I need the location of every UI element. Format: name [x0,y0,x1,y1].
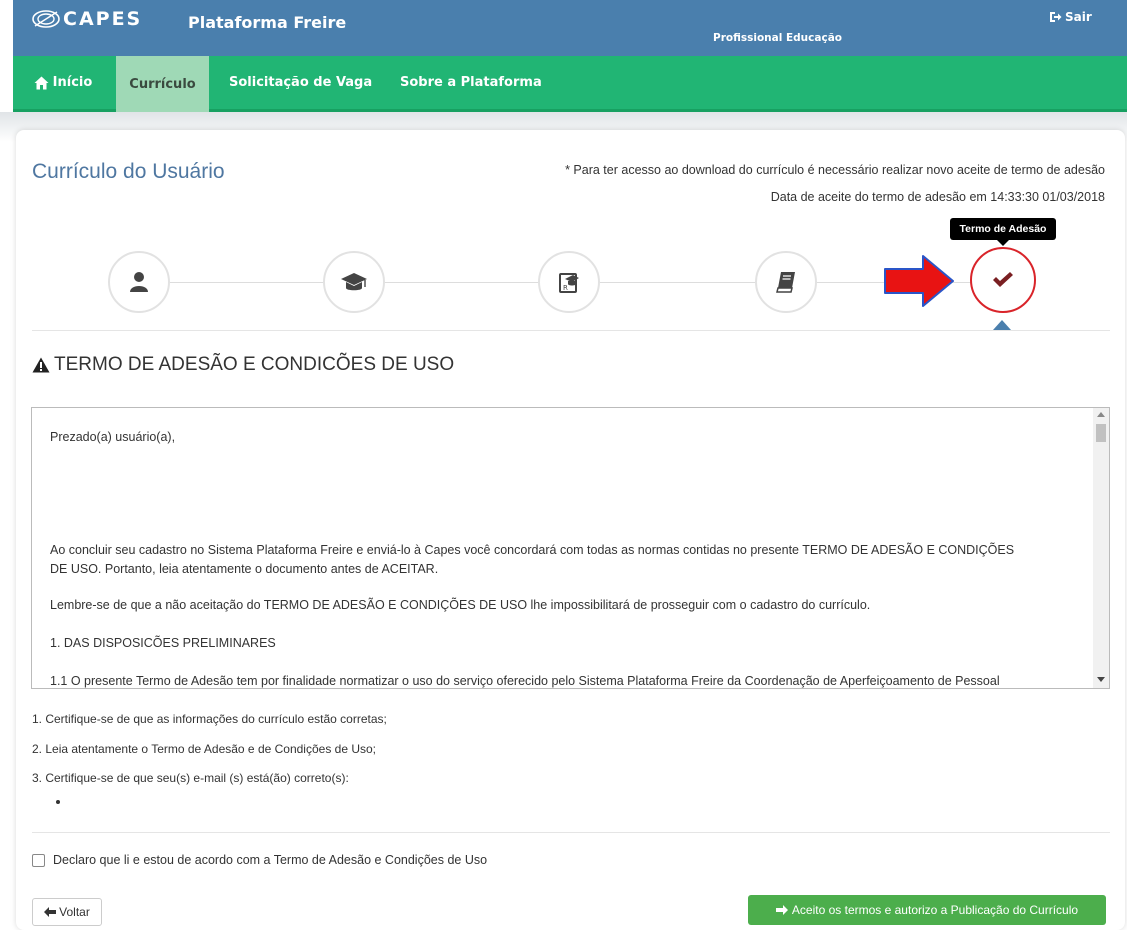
divider [32,330,1110,331]
step-terms-of-adhesion[interactable] [970,247,1036,313]
book-icon [776,272,795,293]
email-list-bullet [56,800,60,804]
capes-logo[interactable]: CAPES [31,8,142,30]
page-title: Currículo do Usuário [32,160,225,183]
terms-scrollbar[interactable] [1093,408,1109,688]
capes-logo-icon [32,10,60,28]
user-icon [130,272,148,292]
scroll-down-arrow[interactable] [1097,677,1105,682]
active-step-pointer [993,320,1011,330]
scroll-thumb[interactable] [1096,424,1106,442]
logout-label: Sair [1065,10,1092,24]
terms-heading-1: 1. DAS DISPOSICÕES PRELIMINARES [50,636,276,650]
warning-icon [32,357,50,373]
arrow-right-icon [775,905,788,915]
download-notice: * Para ter acesso ao download do currícu… [565,163,1105,177]
section-title-text: TERMO DE ADESÃO E CONDICÕES DE USO [54,354,455,375]
accept-label: Aceito os termos e autorizo a Publicação… [791,903,1079,917]
nav-label-curriculo: Currículo [129,76,196,92]
logout-button[interactable]: Sair [1049,10,1092,24]
nav-item-sobre-a-plataforma[interactable]: Sobre a Plataforma [400,56,542,109]
divider [32,832,1110,833]
nav-item-inicio[interactable]: Início [13,56,113,109]
terms-textbox[interactable]: Prezado(a) usuário(a), Ao concluir seu c… [31,407,1110,689]
user-profile-label: Profissional Educação [713,32,842,44]
terms-greeting: Prezado(a) usuário(a), [50,430,176,444]
graduation-cap-icon [341,273,367,291]
back-button[interactable]: Voltar [32,898,102,926]
step-publications[interactable] [755,251,817,313]
declare-checkbox[interactable] [32,853,45,867]
red-arrow-icon [884,255,954,307]
nav-label-solicitacao: Solicitação de Vaga [229,75,373,90]
accept-date: Data de aceite do termo de adesão em 14:… [770,190,1105,204]
instruction-3: 3. Certifique-se de que seu(s) e-mail (s… [32,771,349,785]
logout-icon [1050,12,1062,22]
section-title: TERMO DE ADESÃO E CONDICÕES DE USO [32,354,454,376]
terms-paragraph-2: Lembre-se de que a não aceitação do TERM… [50,598,871,612]
home-icon [34,76,49,89]
declare-label: Declaro que li e estou de acordo com a T… [53,853,488,867]
brand-text: CAPES [63,8,143,30]
step-education[interactable] [323,251,385,313]
main-nav: Início Currículo Solicitação de Vaga Sob… [13,56,1127,112]
instruction-2: 2. Leia atentamente o Termo de Adesão e … [32,742,377,756]
check-icon [993,272,1013,287]
nav-item-solicitacao-de-vaga[interactable]: Solicitação de Vaga [229,56,372,109]
nav-label-sobre: Sobre a Plataforma [400,75,542,90]
step-certificates[interactable]: R [538,251,600,313]
accept-terms-button[interactable]: Aceito os termos e autorizo a Publicação… [748,895,1106,925]
top-header: CAPES Plataforma Freire Profissional Edu… [13,0,1127,56]
nav-item-curriculo[interactable]: Currículo [116,56,209,112]
arrow-left-icon [44,907,57,917]
platform-title: Plataforma Freire [188,13,347,32]
instruction-1: 1. Certifique-se de que as informações d… [32,712,387,726]
terms-paragraph-1-line-1: Ao concluir seu cadastro no Sistema Plat… [50,543,1015,557]
step-personal-data[interactable] [108,251,170,313]
scroll-up-arrow[interactable] [1097,412,1105,417]
certificate-icon: R [559,273,579,293]
svg-text:R: R [563,284,568,292]
step-tooltip: Termo de Adesão [950,218,1056,246]
declare-row: Declaro que li e estou de acordo com a T… [32,853,487,867]
terms-paragraph-1-line-2: DE USO. Portanto, leia atentamente o doc… [50,562,439,576]
back-label: Voltar [59,905,90,919]
nav-label-inicio: Início [52,75,93,90]
terms-paragraph-3: 1.1 O presente Termo de Adesão tem por f… [50,674,1000,688]
